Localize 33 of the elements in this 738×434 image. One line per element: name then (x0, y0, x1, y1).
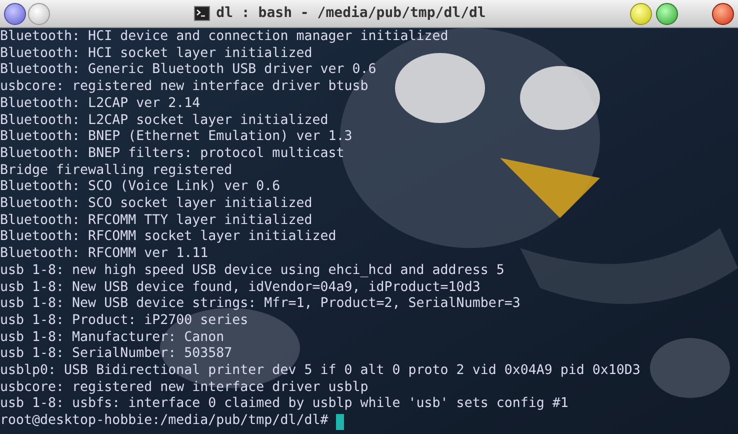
terminal-icon (194, 6, 210, 21)
terminal-line: usb 1-8: usbfs: interface 0 claimed by usblp while 'usb' sets config #1 (0, 396, 568, 414)
terminal-line: usb 1-8: Product: iP2700 series (0, 312, 248, 330)
terminal-line: Bluetooth: L2CAP ver 2.14 (0, 96, 200, 113)
terminal-line: Bluetooth: BNEP filters: protocol multicast (0, 146, 344, 163)
minimize-button[interactable] (630, 2, 652, 24)
terminal-line: usb 1-8: new high speed USB device using ehci_hcd and address 5 (0, 262, 504, 280)
terminal-line: Bluetooth: SCO (Voice Link) ver 0.6 (0, 179, 280, 196)
terminal-line: usblp0: USB Bidirectional printer dev 5 if 0 alt 0 proto 2 vid 0x04A9 pid 0x10D3 (0, 363, 640, 380)
window-title: dl : bash - /media/pub/tmp/dl/dl (216, 4, 486, 23)
shell-prompt: root@desktop-hobbie:/media/pub/tmp/dl/dl# (0, 413, 328, 430)
terminal-line: usbcore: registered new interface driver usblp (0, 380, 368, 396)
terminal-line: Bluetooth: L2CAP socket layer initialized (0, 112, 328, 130)
terminal-line: Bluetooth: RFCOMM socket layer initialized (0, 229, 336, 246)
terminal-area[interactable] (0, 28, 738, 434)
terminal-line: Bluetooth: RFCOMM ver 1.11 (0, 246, 208, 263)
terminal-line: usb 1-8: Manufacturer: Canon (0, 330, 224, 346)
close-button[interactable] (712, 2, 734, 24)
terminal-line: usb 1-8: New USB device strings: Mfr=1, Product=2, SerialNumber=3 (0, 296, 520, 313)
terminal-line: Bluetooth: BNEP (Ethernet Emulation) ver 1.3 (0, 129, 352, 146)
maximize-button[interactable] (656, 2, 678, 24)
terminal-line: Bluetooth: Generic Bluetooth USB driver ver 0.6 (0, 62, 376, 80)
terminal-line: usb 1-8: SerialNumber: 503587 (0, 346, 232, 364)
terminal-line: usbcore: registered new interface driver btusb (0, 79, 368, 96)
sticky-button[interactable] (28, 2, 50, 24)
terminal-line: Bluetooth: HCI device and connection manager initialized (0, 29, 448, 46)
terminal-line: Bluetooth: RFCOMM TTY layer initialized (0, 212, 312, 230)
terminal-line: Bluetooth: HCI socket layer initialized (0, 46, 312, 62)
terminal-line: Bridge firewalling registered (0, 162, 232, 180)
terminal-line: usb 1-8: New USB device found, idVendor=04a9, idProduct=10d3 (0, 280, 480, 296)
text-cursor (336, 414, 344, 430)
window-menu-button[interactable] (4, 2, 26, 24)
terminal-line: Bluetooth: SCO socket layer initialized (0, 196, 312, 213)
